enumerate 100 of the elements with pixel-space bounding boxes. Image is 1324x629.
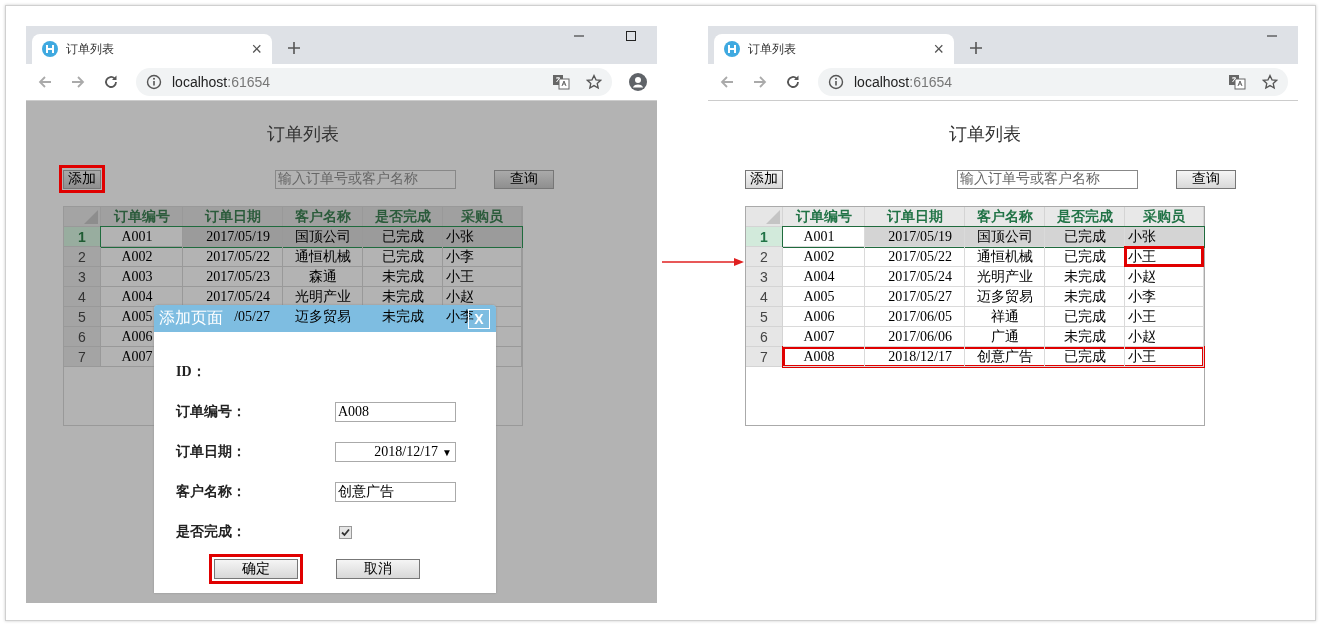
- browser-tab[interactable]: 订单列表 ×: [32, 34, 272, 64]
- triangle-icon: [766, 210, 780, 224]
- table-cell: 小张: [1125, 227, 1204, 247]
- row-number[interactable]: 7: [64, 347, 101, 367]
- logo-icon: [42, 41, 58, 57]
- table-cell: 2017/05/19: [183, 227, 283, 247]
- search-field[interactable]: 输入订单号或客户名称: [275, 169, 456, 189]
- new-tab-icon[interactable]: [287, 41, 301, 55]
- table-cell: 2017/05/22: [183, 247, 283, 267]
- reload-icon[interactable]: [785, 74, 801, 90]
- table-cell: 2017/05/19: [865, 227, 965, 247]
- table-cell: 祥通: [965, 307, 1045, 327]
- dialog-button[interactable]: 确定: [214, 559, 298, 579]
- url-host: localhost: [172, 74, 228, 90]
- table-cell: A008: [783, 347, 865, 367]
- input-field[interactable]: 创意广告: [335, 482, 456, 502]
- page-title: 订单列表: [266, 123, 340, 146]
- row-number[interactable]: 7: [746, 347, 783, 367]
- table-cell: A007: [783, 327, 865, 347]
- table-cell: 未完成: [1045, 287, 1125, 307]
- table-cell: A001: [101, 227, 183, 247]
- query-button[interactable]: 查询: [1176, 169, 1236, 189]
- field-label: 订单日期：: [176, 443, 247, 461]
- row-number[interactable]: 4: [746, 287, 783, 307]
- table-cell: 小张: [443, 227, 522, 247]
- row-number[interactable]: 6: [64, 327, 101, 347]
- column-header[interactable]: 采购员: [1125, 207, 1204, 227]
- browser-tab[interactable]: 订单列表 ×: [714, 34, 954, 64]
- table-cell: 小王: [1125, 347, 1204, 367]
- table-cell: 小王: [1125, 307, 1204, 327]
- profile-icon[interactable]: [629, 73, 647, 91]
- url-port: :61654: [909, 74, 953, 90]
- checkbox[interactable]: [339, 525, 352, 539]
- maximize-icon[interactable]: [625, 30, 637, 42]
- tab-close-button[interactable]: ×: [933, 40, 944, 58]
- row-number[interactable]: 6: [746, 327, 783, 347]
- table-cell: 通恒机械: [283, 247, 363, 267]
- add-button[interactable]: 添加: [63, 169, 101, 189]
- address-bar[interactable]: localhost:61654: [818, 68, 1288, 96]
- translate-icon[interactable]: [552, 74, 570, 90]
- table-cell: 小赵: [1125, 267, 1204, 287]
- input-field[interactable]: A008: [335, 402, 456, 422]
- table-cell: 已完成: [1045, 307, 1125, 327]
- star-icon[interactable]: [1262, 74, 1278, 90]
- new-tab-icon[interactable]: [969, 41, 983, 55]
- table-cell: 国顶公司: [965, 227, 1045, 247]
- row-number[interactable]: 4: [64, 287, 101, 307]
- tab-title: 订单列表: [748, 40, 797, 58]
- table-cell: 已完成: [363, 227, 443, 247]
- url-port: :61654: [227, 74, 271, 90]
- column-header[interactable]: 是否完成: [1045, 207, 1125, 227]
- table-cell: 已完成: [1045, 227, 1125, 247]
- search-field[interactable]: 输入订单号或客户名称: [957, 169, 1138, 189]
- field-label: 是否完成：: [176, 523, 247, 541]
- table-cell: A002: [101, 247, 183, 267]
- dialog-button[interactable]: 取消: [336, 559, 420, 579]
- row-number[interactable]: 1: [746, 227, 783, 247]
- column-header[interactable]: 订单日期: [865, 207, 965, 227]
- table-cell: 广通: [965, 327, 1045, 347]
- table-cell: 小王: [443, 267, 522, 287]
- table-cell: A003: [101, 267, 183, 287]
- table-cell: 通恒机械: [965, 247, 1045, 267]
- url-host: localhost: [854, 74, 910, 90]
- column-header[interactable]: 订单编号: [783, 207, 865, 227]
- info-icon[interactable]: [828, 74, 844, 90]
- table-cell: 2018/12/17: [865, 347, 965, 367]
- row-number[interactable]: 2: [64, 247, 101, 267]
- table-cell: 未完成: [1045, 327, 1125, 347]
- row-number[interactable]: 2: [746, 247, 783, 267]
- date-field[interactable]: 2018/12/17 ▼: [335, 442, 456, 462]
- table-cell: 光明产业: [965, 267, 1045, 287]
- table-cell: 小李: [443, 247, 522, 267]
- page-title: 订单列表: [948, 123, 1022, 146]
- table-cell: A004: [783, 267, 865, 287]
- table-cell: 2017/05/24: [865, 267, 965, 287]
- row-number[interactable]: 3: [64, 267, 101, 287]
- column-header[interactable]: 客户名称: [965, 207, 1045, 227]
- add-button[interactable]: 添加: [745, 169, 783, 189]
- table-cell: 2017/05/27: [865, 287, 965, 307]
- table-cell: A006: [783, 307, 865, 327]
- table-cell: 迈多贸易: [965, 287, 1045, 307]
- table-cell: A001: [783, 227, 865, 247]
- tab-close-button[interactable]: ×: [251, 40, 262, 58]
- table-cell: 创意广告: [965, 347, 1045, 367]
- table-cell: 小王: [1125, 247, 1204, 267]
- translate-icon[interactable]: [1228, 74, 1246, 90]
- field-label: 客户名称：: [176, 483, 247, 501]
- table-cell: 森通: [283, 267, 363, 287]
- reload-icon[interactable]: [103, 74, 119, 90]
- row-number[interactable]: 5: [746, 307, 783, 327]
- table-cell: 已完成: [1045, 347, 1125, 367]
- table-cell: 已完成: [363, 247, 443, 267]
- address-bar[interactable]: localhost:61654: [136, 68, 612, 96]
- table-cell: 已完成: [1045, 247, 1125, 267]
- star-icon[interactable]: [586, 74, 602, 90]
- row-number[interactable]: 5: [64, 307, 101, 327]
- row-number[interactable]: 3: [746, 267, 783, 287]
- info-icon[interactable]: [146, 74, 162, 90]
- table-cell: A002: [783, 247, 865, 267]
- query-button[interactable]: 查询: [494, 169, 554, 189]
